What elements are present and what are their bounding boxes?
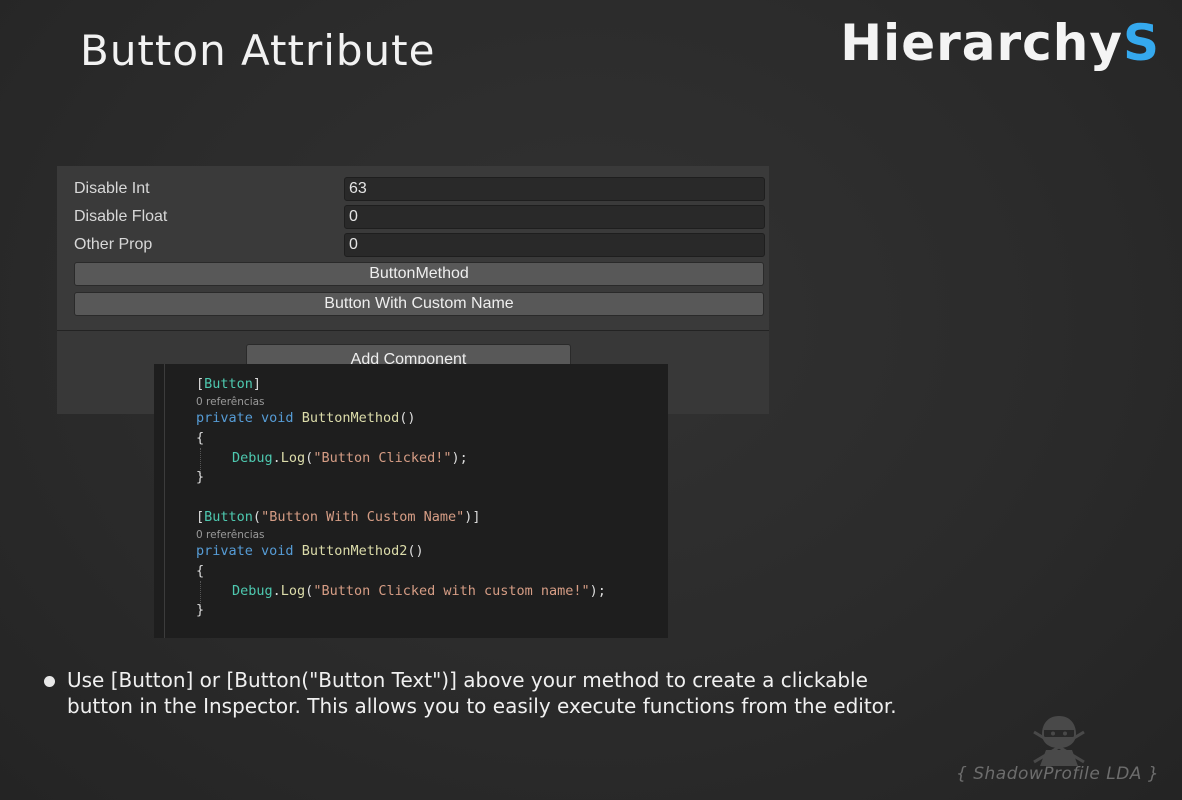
code-token: ButtonMethod2 <box>301 543 408 559</box>
code-line-brace-open-2: { <box>196 563 205 579</box>
inspector-component-section: Disable Int 63 Disable Float 0 Other Pro… <box>57 166 769 331</box>
code-token: ] <box>252 376 262 392</box>
code-token: ( <box>252 509 262 525</box>
property-label: Other Prop <box>74 236 153 253</box>
code-token: void <box>261 543 294 559</box>
code-token: Debug <box>232 583 273 599</box>
brand-logo-accent: S <box>1122 14 1160 72</box>
code-token: Log <box>280 450 306 466</box>
button-with-custom-name-button[interactable]: Button With Custom Name <box>74 292 764 316</box>
property-row-disable-float: Disable Float 0 <box>57 204 769 230</box>
property-label: Disable Float <box>74 208 168 225</box>
code-references-1: 0 referências <box>196 396 265 408</box>
code-token: "Button Clicked with custom name!" <box>313 583 590 599</box>
description-text: Use [Button] or [Button("Button Text")] … <box>67 667 1007 719</box>
disable-int-field[interactable]: 63 <box>344 177 765 201</box>
property-row-disable-int: Disable Int 63 <box>57 176 769 202</box>
property-label: Disable Int <box>74 180 150 197</box>
code-line-signature-2: private void ButtonMethod2() <box>196 543 424 559</box>
code-token: "Button With Custom Name" <box>261 509 465 525</box>
code-token: ButtonMethod <box>301 410 400 426</box>
property-row-other-prop: Other Prop 0 <box>57 232 769 258</box>
ninja-icon <box>1033 716 1085 766</box>
code-token: Log <box>280 583 306 599</box>
code-line-brace-close-2: } <box>196 602 205 618</box>
button-method-button[interactable]: ButtonMethod <box>74 262 764 286</box>
code-line-brace-close-1: } <box>196 469 205 485</box>
description-line-2: button in the Inspector. This allows you… <box>67 694 897 718</box>
code-token: [ <box>196 376 205 392</box>
code-line-log-2: Debug.Log("Button Clicked with custom na… <box>232 583 606 599</box>
code-gutter-line <box>164 364 165 638</box>
code-token: [ <box>196 509 205 525</box>
code-token: Debug <box>232 450 273 466</box>
code-snippet: [Button] 0 referências private void Butt… <box>154 364 668 638</box>
watermark-text: { ShadowProfile LDA } <box>956 764 1160 784</box>
disable-float-field[interactable]: 0 <box>344 205 765 229</box>
bullet-icon <box>44 676 55 687</box>
code-token: . <box>272 583 281 599</box>
code-token: Button <box>204 376 253 392</box>
brand-logo: HierarchyS <box>840 14 1160 72</box>
code-line-log-1: Debug.Log("Button Clicked!"); <box>232 450 468 466</box>
code-references-2: 0 referências <box>196 529 265 541</box>
brand-logo-main: Hierarchy <box>840 14 1123 72</box>
page-title: Button Attribute <box>80 26 436 75</box>
code-token: )] <box>464 509 481 525</box>
code-line-brace-open-1: { <box>196 430 205 446</box>
code-token: void <box>261 410 294 426</box>
code-token: ); <box>589 583 606 599</box>
other-prop-field[interactable]: 0 <box>344 233 765 257</box>
code-token: Button <box>204 509 253 525</box>
code-token: () <box>407 543 424 559</box>
description-line-1: Use [Button] or [Button("Button Text")] … <box>67 668 868 692</box>
code-line-signature-1: private void ButtonMethod() <box>196 410 416 426</box>
code-token: ); <box>451 450 468 466</box>
code-token: () <box>399 410 416 426</box>
code-line-attribute-1: [Button] <box>196 376 261 392</box>
code-token: private <box>196 543 253 559</box>
code-line-attribute-2: [Button("Button With Custom Name")] <box>196 509 481 525</box>
code-token: . <box>272 450 281 466</box>
code-token: private <box>196 410 253 426</box>
code-token: "Button Clicked!" <box>313 450 452 466</box>
